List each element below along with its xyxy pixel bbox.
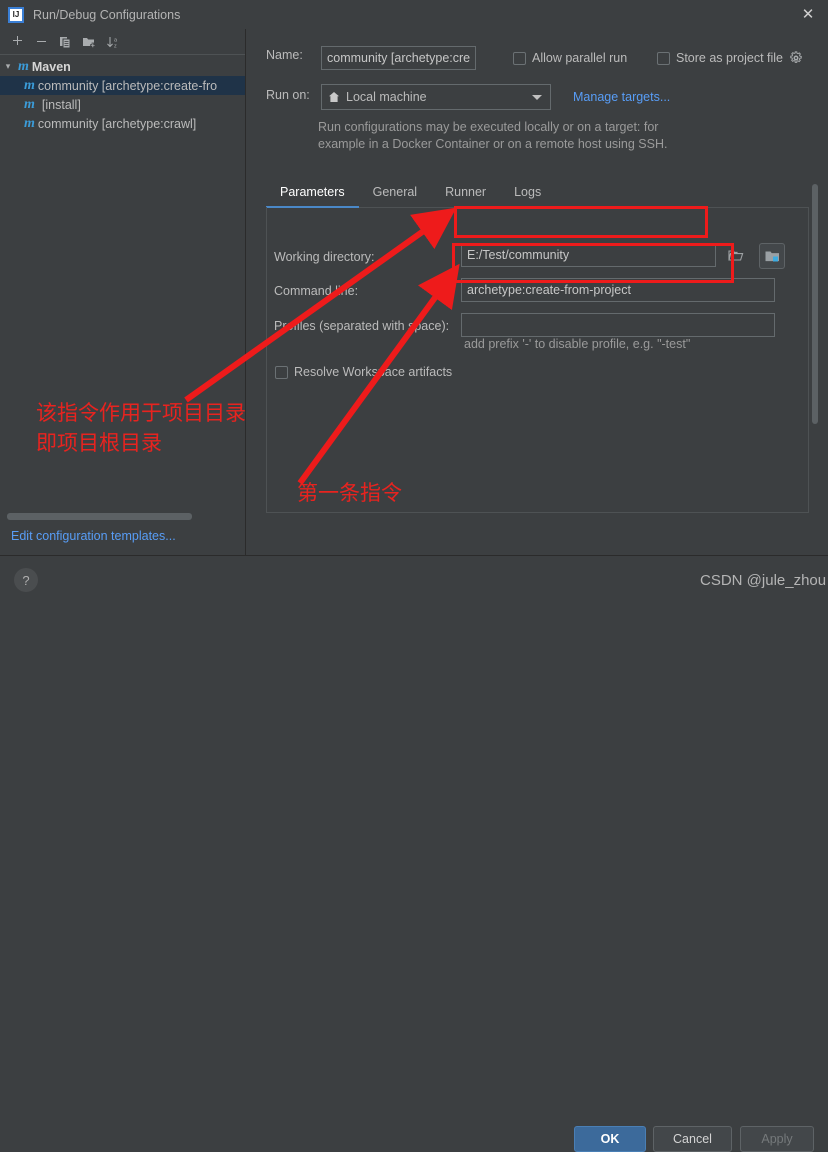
command-line-input[interactable] <box>461 278 775 302</box>
name-input[interactable] <box>321 46 476 70</box>
remove-configuration-button[interactable] <box>30 32 52 52</box>
add-configuration-button[interactable] <box>6 32 28 52</box>
sidebar-toolbar: a z <box>0 29 245 55</box>
resolve-workspace-artifacts-label: Resolve Workspace artifacts <box>294 365 453 379</box>
working-directory-label: Working directory: <box>274 250 375 264</box>
window-titlebar: Run/Debug Configurations ✕ <box>0 0 828 29</box>
resolve-workspace-artifacts-checkbox[interactable]: Resolve Workspace artifacts <box>275 365 452 379</box>
run-on-hint-line1: Run configurations may be executed local… <box>318 120 659 134</box>
cancel-button[interactable]: Cancel <box>653 1126 732 1152</box>
folder-open-icon[interactable] <box>724 244 748 266</box>
chevron-down-icon[interactable]: ▾ <box>0 61 16 72</box>
ok-button[interactable]: OK <box>574 1126 646 1152</box>
copy-configuration-button[interactable] <box>54 32 76 52</box>
configurations-sidebar: a z ▾ m Maven m community [archetype:cre… <box>0 29 246 555</box>
run-on-hint-line2: example in a Docker Container or on a re… <box>318 137 668 151</box>
maven-icon: m <box>18 58 29 74</box>
checkbox-box[interactable] <box>275 365 288 379</box>
tree-item-community-archetype-create[interactable]: m community [archetype:create-fro <box>0 76 245 95</box>
name-label: Name: <box>266 48 303 62</box>
tree-item-label: community [archetype:create-fro <box>37 78 218 93</box>
tree-item-community-archetype-crawl[interactable]: m community [archetype:crawl] <box>0 114 245 133</box>
dialog-button-bar: ? OK Cancel Apply <box>0 555 828 1152</box>
allow-parallel-run-label: Allow parallel run <box>532 51 628 65</box>
tab-logs[interactable]: Logs <box>500 185 555 207</box>
tab-general[interactable]: General <box>359 185 431 207</box>
run-on-row: Run on: <box>266 88 310 102</box>
profiles-hint: add prefix '-' to disable profile, e.g. … <box>464 337 691 351</box>
maven-icon: m <box>24 96 35 112</box>
manage-targets-link[interactable]: Manage targets... <box>573 90 670 104</box>
tree-item-maven-group[interactable]: ▾ m Maven <box>0 57 245 76</box>
home-icon <box>328 91 340 103</box>
run-on-select[interactable]: Local machine <box>321 84 551 110</box>
run-on-value: Local machine <box>346 90 427 104</box>
tree-item-install[interactable]: m [install] <box>0 95 245 114</box>
configuration-tabs[interactable]: Parameters General Runner Logs <box>266 177 809 208</box>
configurations-tree[interactable]: ▾ m Maven m community [archetype:create-… <box>0 55 245 133</box>
store-as-project-file-checkbox[interactable]: Store as project file <box>657 51 803 65</box>
tab-runner[interactable]: Runner <box>431 185 500 207</box>
edit-configuration-templates-link[interactable]: Edit configuration templates... <box>11 529 176 543</box>
apply-button[interactable]: Apply <box>740 1126 814 1152</box>
gear-icon[interactable] <box>789 51 803 65</box>
configuration-editor-panel: Name: Allow parallel run Store as projec… <box>246 29 828 555</box>
close-icon[interactable]: ✕ <box>794 4 822 26</box>
module-folder-icon[interactable] <box>759 243 785 269</box>
profiles-label: Profiles (separated with space): <box>274 319 450 333</box>
maven-icon: m <box>24 77 35 93</box>
name-row: Name: <box>266 48 303 62</box>
run-on-label: Run on: <box>266 88 310 102</box>
chevron-down-icon[interactable] <box>532 95 542 100</box>
profiles-input[interactable] <box>461 313 775 337</box>
sort-configurations-button[interactable]: a z <box>102 32 124 52</box>
help-button[interactable]: ? <box>14 568 38 592</box>
tree-item-label: [install] <box>41 97 81 112</box>
new-folder-button[interactable] <box>78 32 100 52</box>
svg-text:z: z <box>114 43 117 49</box>
window-title: Run/Debug Configurations <box>33 7 181 22</box>
store-as-project-file-label: Store as project file <box>676 51 783 65</box>
command-line-label: Command line: <box>274 284 359 298</box>
checkbox-box[interactable] <box>513 51 526 65</box>
maven-icon: m <box>24 115 35 131</box>
run-on-hint: Run configurations may be executed local… <box>318 119 788 153</box>
checkbox-box[interactable] <box>657 51 670 65</box>
tab-parameters[interactable]: Parameters <box>266 185 359 208</box>
sidebar-horizontal-scrollbar[interactable] <box>7 513 192 520</box>
intellij-idea-icon <box>8 6 24 23</box>
tree-item-label: community [archetype:crawl] <box>37 116 197 131</box>
allow-parallel-run-checkbox[interactable]: Allow parallel run <box>513 51 627 65</box>
tree-item-label: Maven <box>31 59 71 74</box>
working-directory-input[interactable] <box>461 243 716 267</box>
panel-vertical-scrollbar[interactable] <box>812 184 818 424</box>
